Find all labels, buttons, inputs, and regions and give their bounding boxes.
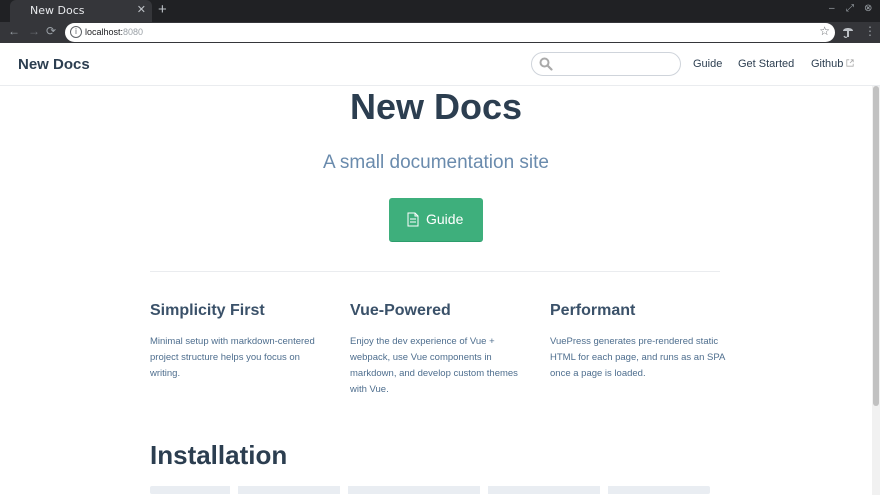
feature-text: Minimal setup with markdown-centered pro… [150, 336, 315, 379]
scrollbar-thumb[interactable] [873, 86, 879, 406]
tab-title: New Docs [30, 4, 85, 17]
info-icon[interactable]: i [70, 26, 82, 38]
extension-icon[interactable] [842, 25, 854, 39]
browser-toolbar: ← → ⟳ i localhost:8080 ☆ ⋮ [0, 22, 880, 43]
browser-tabstrip: New Docs ✕ + – ⤢ ⊗ [0, 0, 880, 22]
forward-icon[interactable]: → [28, 24, 40, 38]
nav-link-guide[interactable]: Guide [693, 58, 722, 70]
back-icon[interactable]: ← [8, 24, 20, 38]
site-brand[interactable]: New Docs [18, 56, 90, 73]
feature-title: Vue-Powered [350, 302, 451, 319]
feature-title: Performant [550, 302, 636, 319]
browser-tab[interactable]: New Docs ✕ [10, 0, 152, 22]
address-bar[interactable]: i localhost:8080 ☆ [65, 23, 835, 42]
nav-link-get-started[interactable]: Get Started [738, 58, 794, 70]
browser-menu-icon[interactable]: ⋮ [864, 24, 876, 38]
action-button-label: Guide [426, 211, 464, 227]
url-text[interactable]: localhost:8080 [85, 27, 143, 37]
bookmark-star-icon[interactable]: ☆ [819, 24, 830, 38]
hero-description: A small documentation site [322, 152, 549, 173]
search-icon [539, 57, 553, 71]
hero-title: New Docs [349, 86, 523, 127]
window-close-icon[interactable]: ⊗ [864, 3, 872, 14]
document-icon [407, 212, 419, 227]
feature-title: Simplicity First [150, 302, 265, 319]
minimize-icon[interactable]: – [829, 3, 835, 14]
nav-link-github[interactable]: Github [811, 58, 855, 70]
hero-divider [150, 271, 720, 272]
external-link-icon [846, 59, 855, 67]
url-port: 8080 [123, 27, 144, 37]
feature-text: Enjoy the dev experience of Vue + webpac… [350, 336, 518, 395]
text-line-cutoff [150, 486, 710, 494]
installation-heading: Installation [150, 440, 288, 470]
installation-text-cutoff [150, 486, 710, 494]
search-box[interactable] [531, 52, 681, 76]
close-tab-icon[interactable]: ✕ [137, 3, 146, 16]
feature-text: VuePress generates pre-rendered static H… [550, 336, 725, 379]
feature-simplicity: Simplicity First Minimal setup with mark… [150, 302, 330, 382]
feature-vue-powered: Vue-Powered Enjoy the dev experience of … [350, 302, 530, 398]
guide-action-button[interactable]: Guide [389, 198, 483, 242]
restore-icon[interactable]: ⤢ [846, 3, 854, 14]
url-host: localhost: [85, 27, 124, 37]
feature-performant: Performant VuePress generates pre-render… [550, 302, 730, 382]
new-tab-button[interactable]: + [158, 1, 167, 18]
nav-link-github-label: Github [811, 58, 844, 70]
page-scrollbar[interactable] [872, 86, 880, 495]
site-navbar: New Docs Guide Get Started Github [0, 43, 880, 86]
reload-icon[interactable]: ⟳ [46, 24, 56, 38]
